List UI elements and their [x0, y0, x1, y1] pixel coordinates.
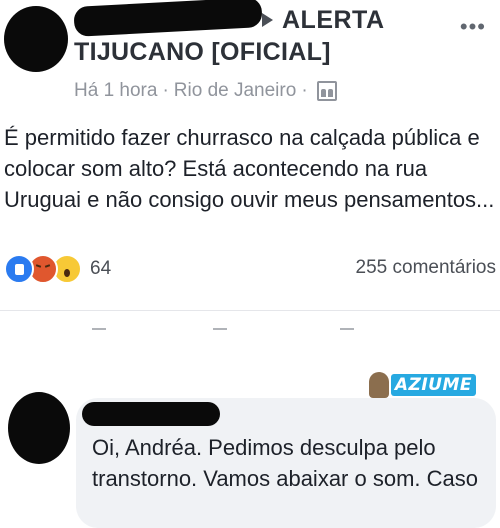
post-text: É permitido fazer churrasco na calçada p… [4, 125, 495, 212]
poster-avatar-redacted[interactable] [4, 6, 68, 72]
reaction-count: 64 [90, 258, 112, 279]
reactions-summary[interactable]: 64 [4, 254, 111, 284]
separator: · [162, 80, 169, 101]
commenter-name-redacted [82, 402, 220, 426]
poster-name-redacted [73, 0, 263, 37]
action-tick [92, 328, 106, 330]
like-icon [4, 254, 34, 284]
more-dots-icon[interactable]: ••• [460, 14, 486, 40]
action-tick [213, 328, 227, 330]
shared-to-arrow-icon [262, 13, 273, 27]
mascot-icon [368, 372, 389, 398]
post-time[interactable]: Há 1 hora [74, 80, 157, 102]
group-icon [316, 81, 337, 101]
action-tick [340, 328, 354, 330]
comment-text: Oi, Andréa. Pedimos desculpa pelo transt… [92, 435, 478, 491]
commenter-avatar-redacted[interactable] [8, 392, 70, 464]
post-meta: Há 1 hora · Rio de Janeiro · [74, 80, 337, 102]
watermark-text: AZIUME [390, 374, 476, 396]
divider [0, 310, 500, 311]
post-location[interactable]: Rio de Janeiro [174, 80, 297, 102]
comments-count-link[interactable]: 255 comentários [356, 257, 496, 279]
group-name-line2[interactable]: TIJUCANO [OFICIAL] [74, 38, 331, 67]
separator: · [301, 80, 308, 101]
watermark-logo: AZIUME [368, 372, 476, 398]
group-name-line1[interactable]: ALERTA [282, 6, 385, 35]
